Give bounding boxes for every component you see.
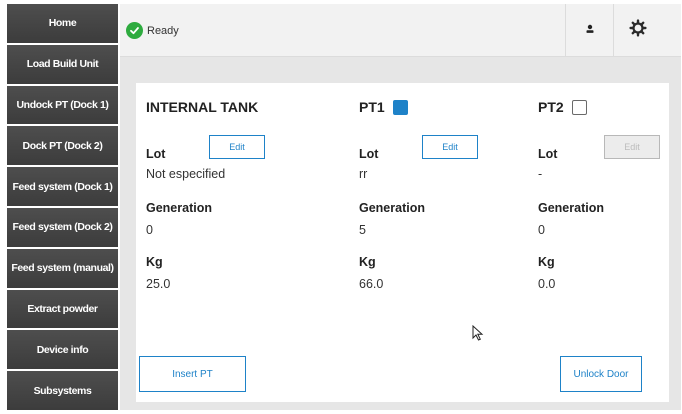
sidebar-item-label: Load Build Unit — [26, 58, 99, 71]
kg-label: Kg — [359, 255, 376, 269]
edit-lot-button[interactable]: Edit — [422, 135, 478, 159]
kg-label: Kg — [146, 255, 163, 269]
edit-lot-button[interactable]: Edit — [209, 135, 265, 159]
generation-label: Generation — [359, 201, 425, 215]
user-button[interactable] — [565, 4, 614, 56]
sidebar-item-load-build-unit[interactable]: Load Build Unit — [7, 44, 118, 84]
sidebar-item-label: Subsystems — [33, 384, 92, 397]
sidebar-item-label: Feed system (Dock 1) — [12, 180, 113, 193]
sidebar-item-label: Device info — [36, 343, 89, 356]
column-title: PT1 — [359, 99, 408, 115]
main-area: INTERNAL TANK Lot Edit Not especified Ge… — [120, 57, 681, 410]
generation-label: Generation — [538, 201, 604, 215]
kg-value: 0.0 — [538, 277, 556, 291]
sidebar-item-feed-system-manual[interactable]: Feed system (manual) — [7, 248, 118, 288]
sidebar-item-home[interactable]: Home — [7, 4, 118, 43]
sidebar-item-feed-system-dock-2[interactable]: Feed system (Dock 2) — [7, 207, 118, 247]
kg-label: Kg — [538, 255, 555, 269]
status-indicator: Ready — [126, 22, 179, 39]
sidebar-item-label: Dock PT (Dock 2) — [22, 139, 103, 152]
sidebar-item-dock-pt-dock-2[interactable]: Dock PT (Dock 2) — [7, 126, 118, 166]
sidebar: Home Load Build Unit Undock PT (Dock 1) … — [7, 4, 118, 410]
pt1-column: PT1 Lot Edit rr Generation 5 Kg 66.0 — [359, 83, 519, 303]
column-title: PT2 — [538, 99, 587, 115]
mouse-cursor-icon — [472, 324, 484, 346]
lot-value: - — [538, 167, 543, 181]
column-title: INTERNAL TANK — [146, 99, 259, 115]
edit-lot-button: Edit — [604, 135, 660, 159]
sidebar-item-subsystems[interactable]: Subsystems — [7, 371, 118, 410]
generation-value: 5 — [359, 223, 366, 237]
kg-value: 66.0 — [359, 277, 384, 291]
pt2-column: PT2 Lot Edit - Generation 0 Kg 0.0 — [538, 83, 682, 303]
lot-label: Lot — [146, 147, 166, 161]
sidebar-item-undock-pt-dock-1[interactable]: Undock PT (Dock 1) — [7, 85, 118, 125]
lot-value: rr — [359, 167, 368, 181]
sidebar-item-label: Undock PT (Dock 1) — [16, 98, 109, 111]
unlock-door-button[interactable]: Unlock Door — [560, 356, 642, 392]
gear-icon — [629, 18, 647, 42]
pt1-checkbox[interactable] — [392, 99, 408, 115]
insert-pt-button[interactable]: Insert PT — [139, 356, 246, 392]
user-icon — [585, 21, 595, 39]
kg-value: 25.0 — [146, 277, 171, 291]
sidebar-item-label: Feed system (manual) — [11, 262, 114, 275]
lot-label: Lot — [359, 147, 379, 161]
sidebar-item-label: Feed system (Dock 2) — [12, 221, 113, 234]
tank-panel: INTERNAL TANK Lot Edit Not especified Ge… — [136, 83, 669, 402]
generation-value: 0 — [146, 223, 153, 237]
check-icon — [126, 22, 143, 39]
lot-value: Not especified — [146, 167, 226, 181]
pt2-checkbox[interactable] — [571, 99, 587, 115]
status-text: Ready — [147, 24, 179, 37]
sidebar-item-extract-powder[interactable]: Extract powder — [7, 289, 118, 329]
settings-button[interactable] — [613, 4, 662, 56]
internal-tank-column: INTERNAL TANK Lot Edit Not especified Ge… — [146, 83, 306, 303]
generation-label: Generation — [146, 201, 212, 215]
sidebar-item-device-info[interactable]: Device info — [7, 330, 118, 370]
sidebar-item-feed-system-dock-1[interactable]: Feed system (Dock 1) — [7, 167, 118, 206]
lot-label: Lot — [538, 147, 558, 161]
sidebar-item-label: Extract powder — [27, 302, 98, 315]
status-bar: Ready — [120, 4, 681, 57]
generation-value: 0 — [538, 223, 545, 237]
sidebar-item-label: Home — [48, 17, 77, 30]
